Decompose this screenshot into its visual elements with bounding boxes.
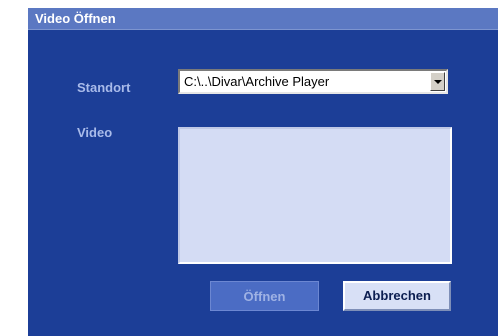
location-dropdown[interactable]: C:\..\Divar\Archive Player <box>178 69 448 94</box>
location-label: Standort <box>77 80 131 95</box>
title-bar[interactable]: Video Öffnen <box>28 8 498 30</box>
location-value: C:\..\Divar\Archive Player <box>184 74 330 89</box>
open-video-dialog: Video Öffnen Standort C:\..\Divar\Archiv… <box>28 8 498 336</box>
chevron-down-icon <box>434 80 442 84</box>
dropdown-button[interactable] <box>430 72 445 91</box>
open-button[interactable]: Öffnen <box>210 281 319 311</box>
video-label: Video <box>77 125 113 140</box>
video-list[interactable] <box>178 127 452 264</box>
cancel-button[interactable]: Abbrechen <box>343 281 451 311</box>
dialog-title: Video Öffnen <box>35 11 116 26</box>
